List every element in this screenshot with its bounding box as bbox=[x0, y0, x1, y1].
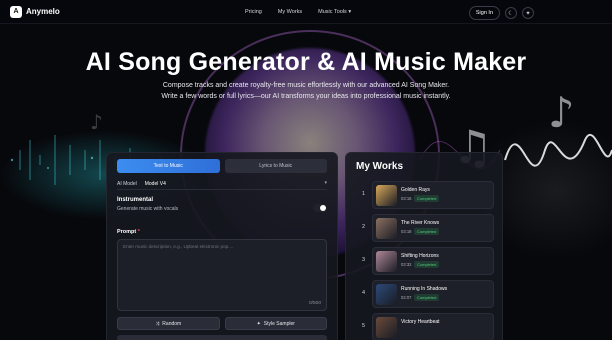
work-title: Victory Heartbeat bbox=[401, 319, 440, 325]
work-item[interactable]: 2 The River Knows 03:18 Completed bbox=[356, 214, 494, 242]
model-label: AI Model bbox=[117, 181, 137, 187]
model-select[interactable]: AI Model Model V4 ▾ bbox=[117, 179, 327, 190]
work-duration: 03:18 bbox=[401, 229, 412, 234]
sparkle-wand-icon: ✦ bbox=[256, 320, 261, 327]
work-number: 5 bbox=[362, 323, 366, 329]
style-sampler-button[interactable]: ✦ Style Sampler bbox=[224, 317, 327, 330]
status-badge: Completed bbox=[414, 195, 440, 202]
album-thumbnail bbox=[376, 185, 397, 206]
album-thumbnail bbox=[376, 218, 397, 239]
hero-subtitle-line1: Compose tracks and create royalty-free m… bbox=[162, 82, 450, 89]
style-sampler-label: Style Sampler bbox=[263, 320, 295, 327]
work-number: 4 bbox=[362, 290, 366, 296]
brand-name: Anymelo bbox=[26, 7, 60, 16]
work-duration: 03:16 bbox=[401, 196, 412, 201]
work-duration: 02:07 bbox=[401, 295, 412, 300]
work-number: 3 bbox=[362, 257, 366, 263]
mode-tabs: Text to Music Lyrics to Music bbox=[117, 159, 327, 173]
required-marker: * bbox=[137, 229, 140, 235]
prompt-textarea[interactable]: Enter music description, e.g., Upbeat el… bbox=[117, 239, 327, 311]
work-card[interactable]: Running In Shadows 02:07 Completed bbox=[372, 280, 494, 308]
random-button[interactable]: ⤨ Random bbox=[117, 317, 220, 330]
status-badge: Completed bbox=[414, 294, 440, 301]
work-title: Shifting Horizons bbox=[401, 253, 439, 259]
hero-subtitle-line2: Write a few words or full lyrics—our AI … bbox=[161, 93, 451, 100]
status-badge: Completed bbox=[414, 261, 440, 268]
instrumental-toggle[interactable] bbox=[313, 204, 327, 212]
prompt-label-text: Prompt bbox=[117, 229, 137, 235]
my-works-title: My Works bbox=[356, 161, 404, 172]
work-card[interactable]: Victory Heartbeat bbox=[372, 313, 494, 340]
work-number: 2 bbox=[362, 224, 366, 230]
tab-lyrics-to-music[interactable]: Lyrics to Music bbox=[224, 159, 327, 173]
work-duration: 03:32 bbox=[401, 262, 412, 267]
nav-link-pricing[interactable]: Pricing bbox=[245, 9, 262, 15]
generator-panel: Text to Music Lyrics to Music AI Model M… bbox=[106, 152, 338, 340]
sign-in-button[interactable]: Sign In bbox=[468, 6, 500, 20]
hero-title: AI Song Generator & AI Music Maker bbox=[85, 48, 527, 76]
random-label: Random bbox=[162, 320, 182, 327]
prompt-label: Prompt * bbox=[117, 229, 140, 235]
chevron-down-icon: ▾ bbox=[324, 180, 327, 186]
shuffle-icon: ⤨ bbox=[155, 320, 160, 327]
instrumental-subtitle: Generate music with vocals bbox=[117, 206, 179, 212]
instrumental-row: Instrumental Generate music with vocals bbox=[117, 197, 327, 219]
work-card[interactable]: Golden Rays 03:16 Completed bbox=[372, 181, 494, 209]
nav-link-my-works[interactable]: My Works bbox=[278, 9, 302, 15]
music-note-icon: ♪ bbox=[90, 110, 103, 134]
status-badge: Completed bbox=[414, 228, 440, 235]
theme-toggle-icon[interactable]: ☾ bbox=[505, 7, 517, 19]
top-nav: A Anymelo Pricing My Works Music Tools ▾… bbox=[0, 0, 612, 24]
album-thumbnail bbox=[376, 317, 397, 338]
my-works-panel: My Works 1 Golden Rays 03:16 Completed 2 The … bbox=[345, 152, 503, 340]
nav-links: Pricing My Works Music Tools ▾ bbox=[245, 9, 351, 15]
work-number: 1 bbox=[362, 191, 366, 197]
generate-bar[interactable] bbox=[117, 335, 327, 340]
brand-logo[interactable]: A Anymelo bbox=[10, 5, 60, 18]
work-card[interactable]: The River Knows 03:18 Completed bbox=[372, 214, 494, 242]
work-item[interactable]: 4 Running In Shadows 02:07 Completed bbox=[356, 280, 494, 308]
album-thumbnail bbox=[376, 251, 397, 272]
instrumental-title: Instrumental bbox=[117, 197, 154, 203]
nav-actions: Sign In ☾ ✦ bbox=[468, 6, 534, 20]
work-title: Running In Shadows bbox=[401, 286, 448, 292]
model-value: Model V4 bbox=[144, 181, 166, 187]
work-title: The River Knows bbox=[401, 220, 440, 226]
work-item[interactable]: 3 Shifting Horizons 03:32 Completed bbox=[356, 247, 494, 275]
tab-text-to-music[interactable]: Text to Music bbox=[117, 159, 220, 173]
work-item[interactable]: 5 Victory Heartbeat bbox=[356, 313, 494, 340]
logo-mark-icon: A bbox=[10, 5, 22, 18]
work-item[interactable]: 1 Golden Rays 03:16 Completed bbox=[356, 181, 494, 209]
work-card[interactable]: Shifting Horizons 03:32 Completed bbox=[372, 247, 494, 275]
prompt-actions: ⤨ Random ✦ Style Sampler bbox=[117, 317, 327, 330]
char-counter: 0/500 bbox=[308, 301, 321, 306]
sparkle-icon[interactable]: ✦ bbox=[522, 7, 534, 19]
work-title: Golden Rays bbox=[401, 187, 430, 193]
nav-link-music-tools[interactable]: Music Tools ▾ bbox=[318, 9, 351, 15]
album-thumbnail bbox=[376, 284, 397, 305]
prompt-placeholder: Enter music description, e.g., Upbeat el… bbox=[123, 244, 234, 249]
